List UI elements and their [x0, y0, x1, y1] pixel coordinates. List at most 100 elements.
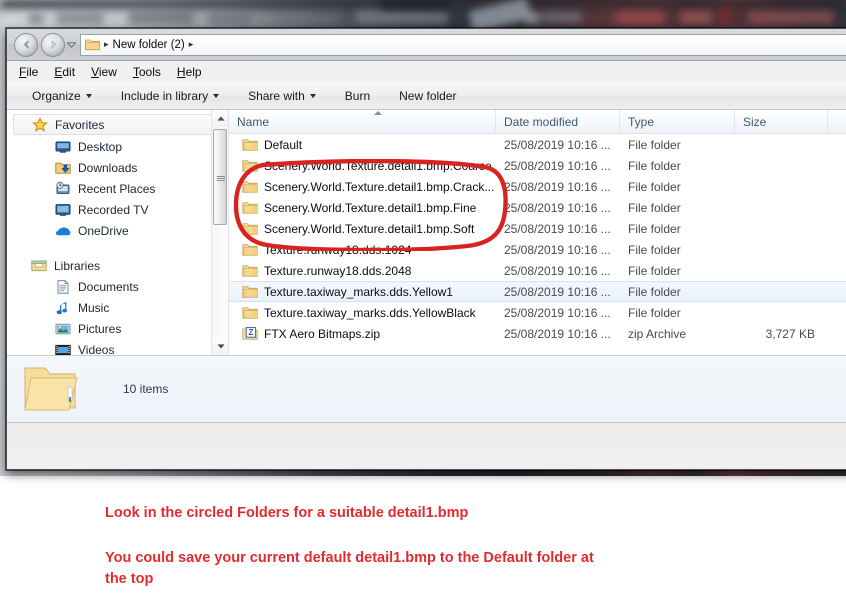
- table-row[interactable]: Texture.runway18.dds.2048 25/08/2019 10:1…: [229, 260, 846, 281]
- downloads-folder-icon: [55, 162, 71, 174]
- backdrop-smear: [680, 11, 712, 24]
- sidebar-item-favorites[interactable]: Favorites: [13, 114, 222, 135]
- folder-icon: [242, 243, 258, 256]
- caption-line-1: Look in the circled Folders for a suitab…: [105, 505, 469, 521]
- cell-name[interactable]: Texture.runway18.dds.1024: [229, 242, 495, 258]
- menu-help-rest: elp: [185, 64, 202, 79]
- file-name-label: Scenery.World.Texture.detail1.bmp.Crack.…: [264, 179, 495, 194]
- menu-help[interactable]: Help: [177, 65, 202, 79]
- folder-icon: [85, 39, 100, 51]
- file-name-label: Texture.runway18.dds.2048: [264, 263, 412, 278]
- file-name-label: Scenery.World.Texture.detail1.bmp.Fine: [264, 200, 477, 215]
- cell-name[interactable]: Default: [229, 137, 495, 153]
- cell-name[interactable]: Scenery.World.Texture.detail1.bmp.Crack.…: [229, 179, 495, 195]
- sidebar-item-onedrive[interactable]: OneDrive: [7, 220, 228, 241]
- backdrop-smear: [720, 8, 730, 26]
- menu-edit[interactable]: Edit: [54, 65, 75, 79]
- sidebar-item-music[interactable]: Music: [7, 297, 228, 318]
- libraries-icon: [31, 260, 47, 271]
- file-type-label: File folder: [628, 221, 681, 236]
- cell-type: zip Archive: [619, 327, 734, 341]
- include-in-library-button[interactable]: Include in library: [112, 86, 228, 106]
- video-film-icon: [55, 344, 71, 355]
- address-bar: ▸ New folder (2) ▸: [7, 29, 846, 61]
- file-date-label: 25/08/2019 10:16 ...: [504, 158, 611, 173]
- organize-button[interactable]: Organize: [23, 86, 101, 106]
- column-header-type[interactable]: Type: [619, 110, 734, 133]
- cell-name[interactable]: Scenery.World.Texture.detail1.bmp.Fine: [229, 200, 495, 216]
- share-with-button[interactable]: Share with: [239, 86, 325, 106]
- zip-archive-icon: Z: [242, 326, 258, 340]
- cell-name[interactable]: Z FTX Aero Bitmaps.zip: [229, 326, 495, 342]
- sidebar-item-downloads[interactable]: Downloads: [7, 157, 228, 178]
- scroll-up-arrow-icon[interactable]: [212, 110, 228, 127]
- backdrop-smear: [525, 12, 541, 24]
- table-row[interactable]: Scenery.World.Texture.detail1.bmp.Coarse…: [229, 155, 846, 176]
- sidebar-item-videos[interactable]: Videos: [7, 339, 228, 355]
- menu-view-rest: iew: [98, 64, 117, 79]
- sidebar-item-recorded-tv[interactable]: Recorded TV: [7, 199, 228, 220]
- forward-arrow-icon[interactable]: [41, 32, 65, 57]
- cell-name[interactable]: Texture.runway18.dds.2048: [229, 263, 495, 279]
- cell-date-modified: 25/08/2019 10:16 ...: [495, 201, 619, 215]
- menu-help-accel: H: [176, 64, 186, 79]
- address-breadcrumb-box[interactable]: ▸ New folder (2) ▸: [80, 33, 846, 56]
- explorer-body: Favorites Desktop Downloads Recent Place…: [7, 110, 846, 355]
- file-name-label: Scenery.World.Texture.detail1.bmp.Coarse: [264, 158, 492, 173]
- backdrop-smear: [748, 11, 834, 24]
- column-header-date-modified[interactable]: Date modified: [495, 110, 619, 133]
- menu-tools-rest: ools: [138, 64, 161, 79]
- sidebar-item-libraries-label: Libraries: [54, 258, 101, 273]
- menu-file[interactable]: File: [19, 65, 38, 79]
- menu-tools[interactable]: Tools: [133, 65, 161, 79]
- cell-type: File folder: [619, 243, 734, 257]
- file-date-label: 25/08/2019 10:16 ...: [504, 263, 611, 278]
- burn-button[interactable]: Burn: [336, 86, 379, 106]
- table-row[interactable]: Texture.taxiway_marks.dds.YellowBlack 25/…: [229, 302, 846, 323]
- caption-line-3: the top: [105, 571, 154, 587]
- file-name-label: Texture.runway18.dds.1024: [264, 242, 412, 257]
- breadcrumb-current[interactable]: New folder (2): [113, 39, 185, 51]
- chevron-down-icon: [309, 93, 316, 98]
- scrollbar-thumb[interactable]: [213, 129, 227, 225]
- cell-type: File folder: [619, 201, 734, 215]
- table-row[interactable]: Scenery.World.Texture.detail1.bmp.Fine 25…: [229, 197, 846, 218]
- column-header-name-label: Name: [237, 114, 270, 129]
- file-type-label: File folder: [628, 305, 681, 320]
- cell-name[interactable]: Scenery.World.Texture.detail1.bmp.Coarse: [229, 158, 495, 174]
- breadcrumb-separator-1[interactable]: ▸: [104, 39, 109, 50]
- table-row[interactable]: Scenery.World.Texture.detail1.bmp.Crack.…: [229, 176, 846, 197]
- file-list-view: Name Date modified Type Size Default 25/0…: [229, 110, 846, 355]
- sidebar-item-desktop[interactable]: Desktop: [7, 136, 228, 157]
- table-row[interactable]: Z FTX Aero Bitmaps.zip 25/08/2019 10:16 .…: [229, 323, 846, 344]
- column-header-row: Name Date modified Type Size: [229, 110, 846, 134]
- folder-icon: [242, 285, 258, 298]
- column-header-filler: [827, 110, 846, 133]
- recent-pages-chevron-icon[interactable]: [65, 33, 78, 57]
- table-row[interactable]: Texture.taxiway_marks.dds.Yellow1 25/08/2…: [229, 281, 846, 302]
- table-row[interactable]: Scenery.World.Texture.detail1.bmp.Soft 25…: [229, 218, 846, 239]
- column-header-name[interactable]: Name: [229, 110, 495, 133]
- new-folder-button[interactable]: New folder: [390, 86, 465, 106]
- cell-name[interactable]: Texture.taxiway_marks.dds.YellowBlack: [229, 305, 495, 321]
- new-folder-label: New folder: [399, 88, 457, 103]
- sidebar-item-recorded-tv-label: Recorded TV: [78, 202, 149, 217]
- cell-name[interactable]: Texture.taxiway_marks.dds.Yellow1: [229, 284, 495, 300]
- table-row[interactable]: Default 25/08/2019 10:16 ... File folder: [229, 134, 846, 155]
- breadcrumb-separator-2[interactable]: ▸: [189, 39, 194, 50]
- sidebar-item-pictures[interactable]: Pictures: [7, 318, 228, 339]
- sidebar-item-recent-places[interactable]: Recent Places: [7, 178, 228, 199]
- back-arrow-icon[interactable]: [14, 32, 38, 57]
- table-row[interactable]: Texture.runway18.dds.1024 25/08/2019 10:1…: [229, 239, 846, 260]
- cell-name[interactable]: Scenery.World.Texture.detail1.bmp.Soft: [229, 221, 495, 237]
- column-header-size-label: Size: [743, 114, 767, 129]
- navigation-pane-scrollbar[interactable]: [211, 110, 228, 355]
- sidebar-item-favorites-label: Favorites: [55, 117, 105, 132]
- sidebar-item-libraries[interactable]: Libraries: [7, 255, 228, 276]
- scroll-down-arrow-icon[interactable]: [212, 338, 228, 355]
- sidebar-item-documents[interactable]: Documents: [7, 276, 228, 297]
- menu-view[interactable]: View: [91, 65, 117, 79]
- chevron-down-icon: [213, 93, 220, 98]
- backdrop-smear: [208, 13, 250, 25]
- column-header-size[interactable]: Size: [734, 110, 827, 133]
